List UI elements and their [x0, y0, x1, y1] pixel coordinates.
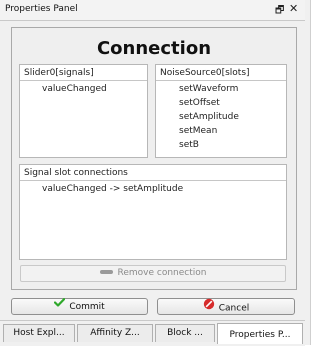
- tab-host-explorer[interactable]: Host Expl...: [3, 324, 75, 342]
- connection-frame: Connection Slider0[signals] valueChanged…: [11, 27, 297, 290]
- close-icon[interactable]: ✕: [289, 2, 298, 15]
- tab-properties-panel[interactable]: Properties P...: [217, 323, 303, 344]
- slots-list[interactable]: NoiseSource0[slots] setWaveform setOffse…: [155, 64, 287, 158]
- slot-item[interactable]: setB: [179, 140, 199, 150]
- panel-title: Properties Panel: [5, 4, 78, 14]
- connection-heading: Connection: [96, 38, 212, 59]
- connections-list-header: Signal slot connections: [20, 165, 286, 181]
- checkmark-icon: [54, 298, 66, 313]
- remove-icon: [99, 269, 113, 274]
- tab-block[interactable]: Block ...: [155, 324, 215, 342]
- signals-list-header: Slider0[signals]: [20, 65, 147, 81]
- tab-affinity-zones[interactable]: Affinity Z...: [77, 324, 153, 342]
- commit-label: Commit: [69, 302, 105, 312]
- cancel-button[interactable]: Cancel: [157, 298, 295, 315]
- properties-panel: Properties Panel 🗗 ✕ Connection Slider0[…: [0, 0, 311, 346]
- float-window-icon[interactable]: 🗗: [275, 3, 284, 20]
- slots-list-header: NoiseSource0[slots]: [156, 65, 286, 81]
- slot-item[interactable]: setWaveform: [179, 84, 238, 94]
- remove-connection-button[interactable]: Remove connection: [20, 265, 286, 282]
- signals-list[interactable]: Slider0[signals] valueChanged: [19, 64, 148, 158]
- signal-item[interactable]: valueChanged: [42, 84, 107, 94]
- cancel-icon: [203, 298, 215, 316]
- remove-connection-label: Remove connection: [117, 268, 207, 278]
- slot-item[interactable]: setAmplitude: [179, 112, 239, 122]
- dock-tab-bar: Host Expl... Affinity Z... Block ... Pro…: [0, 320, 305, 346]
- slot-item[interactable]: setOffset: [179, 98, 220, 108]
- slot-item[interactable]: setMean: [179, 126, 217, 136]
- connection-item[interactable]: valueChanged -> setAmplitude: [42, 184, 183, 194]
- cancel-label: Cancel: [218, 303, 250, 314]
- panel-titlebar: Properties Panel 🗗 ✕: [0, 0, 305, 21]
- commit-button[interactable]: Commit: [11, 298, 148, 315]
- connections-list[interactable]: Signal slot connections valueChanged -> …: [19, 164, 287, 260]
